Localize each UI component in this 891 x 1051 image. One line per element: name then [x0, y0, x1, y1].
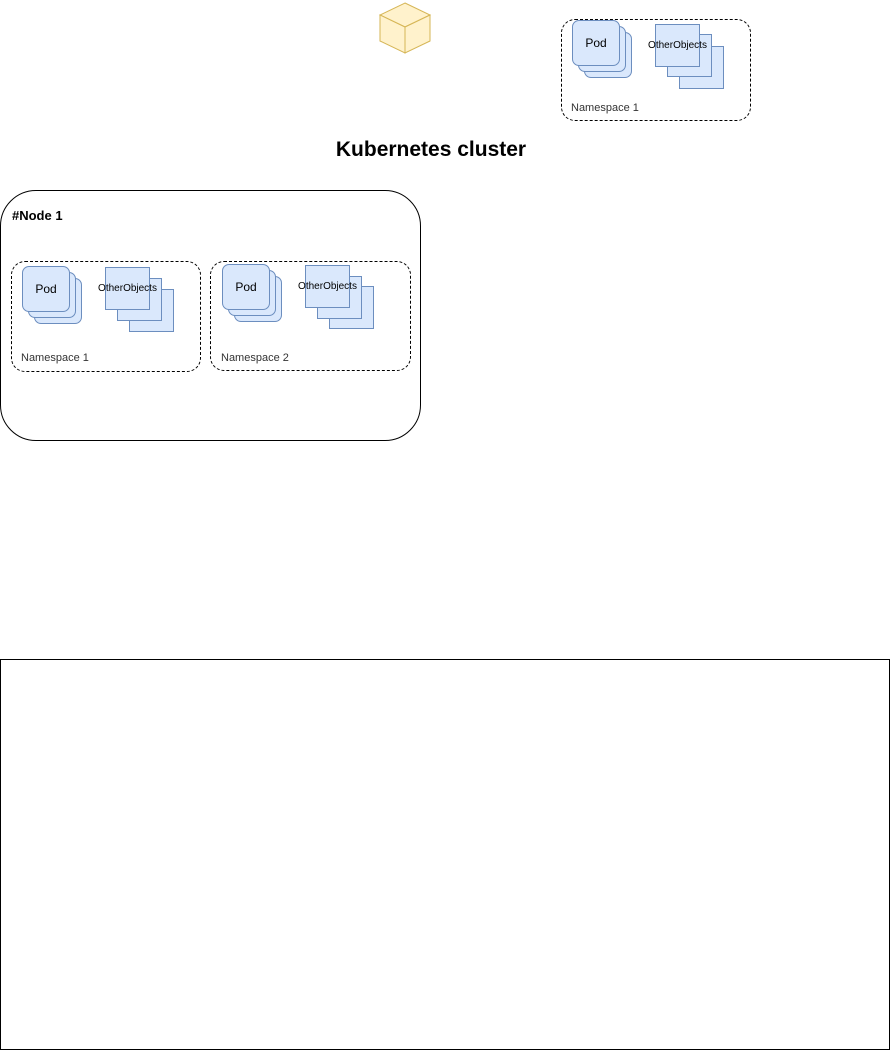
namespace-2-label: Namespace 2: [221, 352, 289, 364]
ns2-pod-card[interactable]: Pod: [222, 264, 270, 310]
empty-container-frame[interactable]: [0, 659, 890, 1050]
legend-objects-card[interactable]: Other Objects: [648, 24, 707, 67]
legend-namespace-label: Namespace 1: [571, 102, 639, 114]
legend-objects-label: Other Objects: [648, 40, 707, 51]
cube-icon: [378, 2, 432, 54]
ns2-objects-label: Other Objects: [298, 281, 357, 292]
ns1-objects-card[interactable]: Other Objects: [98, 267, 157, 310]
ns2-pod-label: Pod: [235, 280, 257, 294]
legend-pod-card[interactable]: Pod: [572, 20, 620, 66]
ns1-objects-label: Other Objects: [98, 283, 157, 294]
node-title: #Node 1: [12, 208, 63, 223]
ns1-pod-card[interactable]: Pod: [22, 266, 70, 312]
ns2-objects-card[interactable]: Other Objects: [298, 265, 357, 308]
legend-pod-label: Pod: [585, 36, 607, 50]
ns1-pod-label: Pod: [35, 282, 57, 296]
namespace-1-label: Namespace 1: [21, 352, 89, 364]
cluster-title: Kubernetes cluster: [335, 138, 527, 161]
